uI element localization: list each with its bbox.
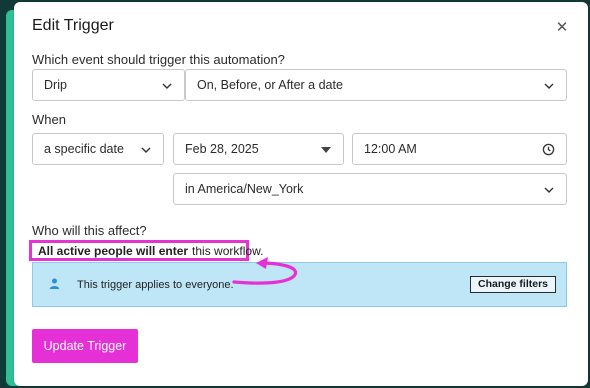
event-type-select[interactable]: Drip — [32, 69, 185, 101]
edit-trigger-modal: Edit Trigger ✕ Which event should trigge… — [14, 2, 588, 386]
timezone-value: in America/New_York — [185, 182, 304, 196]
date-mode-select[interactable]: a specific date — [32, 133, 164, 165]
clock-icon — [542, 143, 555, 156]
annotation-arrow-icon — [232, 257, 298, 285]
chevron-down-icon — [544, 187, 554, 193]
close-icon[interactable]: ✕ — [554, 20, 570, 36]
person-icon — [49, 278, 60, 289]
time-picker[interactable]: 12:00 AM — [352, 133, 567, 165]
date-mode-value: a specific date — [44, 142, 124, 156]
audience-warning: All active people will enter this workfl… — [29, 240, 263, 261]
chevron-down-icon — [141, 147, 151, 153]
date-value: Feb 28, 2025 — [185, 142, 259, 156]
chevron-down-icon — [544, 83, 554, 89]
caret-down-icon — [321, 147, 331, 153]
timing-select[interactable]: On, Before, or After a date — [185, 69, 567, 101]
change-filters-button[interactable]: Change filters — [469, 276, 556, 293]
affect-label: Who will this affect? — [32, 223, 147, 238]
date-picker[interactable]: Feb 28, 2025 — [173, 133, 344, 165]
chevron-down-icon — [162, 83, 172, 89]
when-label: When — [32, 112, 66, 127]
info-banner-text: This trigger applies to everyone. — [77, 279, 234, 291]
event-question-label: Which event should trigger this automati… — [32, 52, 285, 67]
timezone-select[interactable]: in America/New_York — [173, 173, 567, 205]
warning-bold-text: All active people will enter — [38, 243, 189, 258]
modal-title: Edit Trigger — [32, 17, 114, 34]
event-type-value: Drip — [44, 78, 67, 92]
time-value: 12:00 AM — [364, 142, 417, 156]
update-trigger-button[interactable]: Update Trigger — [32, 329, 138, 363]
timing-value: On, Before, or After a date — [197, 78, 343, 92]
